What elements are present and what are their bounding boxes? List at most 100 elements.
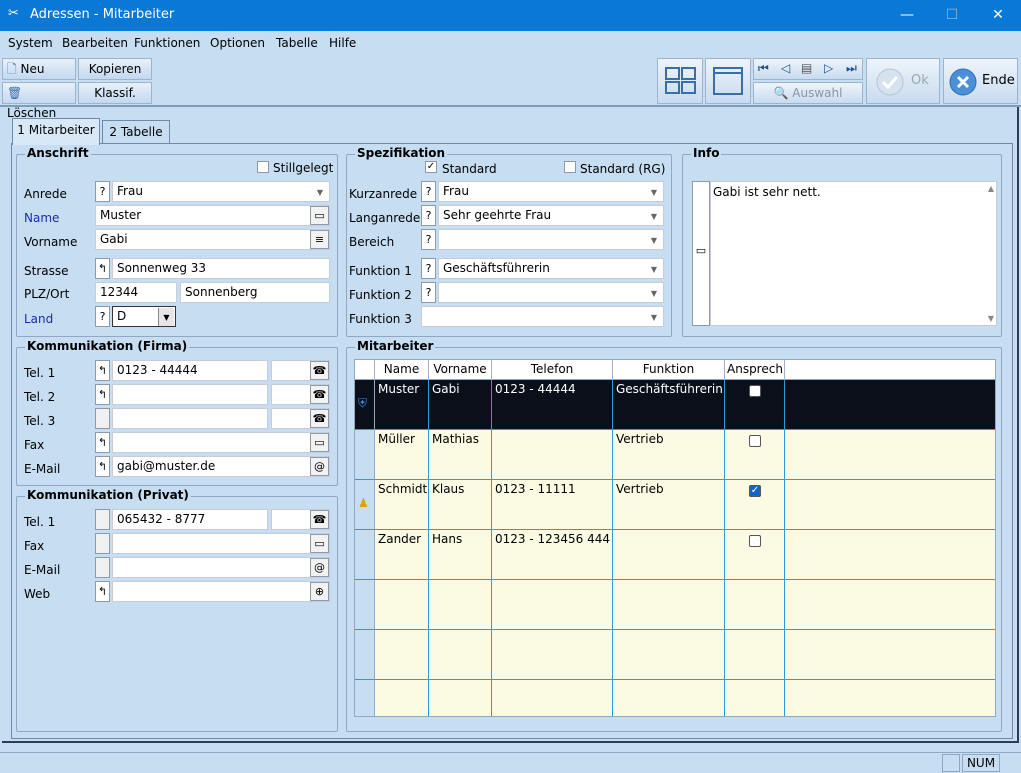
ansprechp-cell[interactable]: [725, 380, 785, 430]
globe-icon[interactable]: ⊕: [310, 582, 329, 601]
cell-funktion[interactable]: [613, 680, 725, 716]
cell-telefon[interactable]: 0123 - 11111: [492, 480, 613, 530]
at-icon[interactable]: @: [310, 457, 329, 476]
ansprechp-checkbox[interactable]: ✓: [749, 485, 761, 497]
cell-telefon[interactable]: [492, 430, 613, 480]
kurzanrede-select[interactable]: Frau ▼: [438, 181, 664, 202]
cell-funktion[interactable]: Geschäftsführerin: [613, 380, 725, 430]
col-header-vorname[interactable]: Vorname: [429, 360, 492, 380]
cell-vorname[interactable]: [429, 630, 492, 680]
phone-icon[interactable]: ☎: [310, 510, 329, 529]
strasse-field[interactable]: Sonnenweg 33: [112, 258, 330, 279]
cell-vorname[interactable]: Hans: [429, 530, 492, 580]
card-icon[interactable]: ▭: [310, 206, 329, 225]
funktion2-select[interactable]: ▼: [438, 282, 664, 303]
web-link-icon[interactable]: ↰: [95, 581, 110, 602]
tab-mitarbeiter[interactable]: 1 Mitarbeiter: [12, 118, 100, 145]
info-textarea[interactable]: Gabi ist sehr nett. ▲ ▼: [710, 181, 997, 326]
scroll-up-icon[interactable]: ▲: [988, 184, 994, 193]
cell-name[interactable]: Muster: [375, 380, 429, 430]
vorname-field[interactable]: Gabi ≡: [95, 229, 330, 250]
cell-name[interactable]: [375, 580, 429, 630]
cell-funktion[interactable]: [613, 580, 725, 630]
bereich-select[interactable]: ▼: [438, 229, 664, 250]
tab-tabelle[interactable]: 2 Tabelle: [102, 120, 170, 145]
neu-button[interactable]: 🗋 Neu: [2, 58, 76, 80]
privat-email-field[interactable]: @: [112, 557, 330, 578]
cell-telefon[interactable]: 0123 - 123456 444: [492, 530, 613, 580]
cell-name[interactable]: Zander: [375, 530, 429, 580]
phone-icon[interactable]: ☎: [310, 385, 329, 404]
row-header[interactable]: [355, 430, 375, 480]
privat-email-dial[interactable]: [95, 557, 110, 578]
cell-name[interactable]: Müller: [375, 430, 429, 480]
cell-funktion[interactable]: [613, 530, 725, 580]
cell-funktion[interactable]: Vertrieb: [613, 430, 725, 480]
kopieren-button[interactable]: Kopieren: [78, 58, 152, 80]
cell-name[interactable]: Schmidt: [375, 480, 429, 530]
cell-telefon[interactable]: 0123 - 44444: [492, 380, 613, 430]
row-header[interactable]: ♟: [355, 480, 375, 530]
maximize-button[interactable]: ☐: [929, 0, 975, 31]
col-header-funktion[interactable]: Funktion: [613, 360, 725, 380]
email-link-icon[interactable]: ↰: [95, 456, 110, 477]
at-icon[interactable]: @: [310, 558, 329, 577]
record-list-icon[interactable]: ▤: [801, 61, 812, 75]
row-header[interactable]: ⛨: [355, 380, 375, 430]
firma-tel1-ext[interactable]: ☎: [271, 360, 330, 381]
cell-telefon[interactable]: [492, 680, 613, 716]
row-header[interactable]: [355, 580, 375, 630]
cell-vorname[interactable]: [429, 580, 492, 630]
row-header[interactable]: [355, 680, 375, 716]
cell-vorname[interactable]: Gabi: [429, 380, 492, 430]
ansprechp-checkbox[interactable]: [749, 385, 761, 397]
menu-optionen[interactable]: Optionen: [210, 36, 265, 50]
standard-rg-checkbox[interactable]: [564, 161, 576, 173]
firma-fax-field[interactable]: ▭: [112, 432, 330, 453]
menu-tabelle[interactable]: Tabelle: [276, 36, 318, 50]
funktion2-help[interactable]: ?: [421, 282, 436, 303]
firma-tel2-ext[interactable]: ☎: [271, 384, 330, 405]
scroll-down-icon[interactable]: ▼: [988, 314, 994, 323]
land-select[interactable]: D ▼: [112, 306, 176, 327]
menu-system[interactable]: System: [8, 36, 53, 50]
menu-hilfe[interactable]: Hilfe: [329, 36, 356, 50]
privat-fax-dial[interactable]: [95, 533, 110, 554]
privat-web-field[interactable]: ⊕: [112, 581, 330, 602]
stillgelegt-checkbox[interactable]: [257, 161, 269, 173]
funktion3-select[interactable]: ▼: [421, 306, 664, 327]
cell-telefon[interactable]: [492, 580, 613, 630]
cell-vorname[interactable]: Klaus: [429, 480, 492, 530]
privat-tel1-ext[interactable]: ☎: [271, 509, 330, 530]
tel1-dial-icon[interactable]: ↰: [95, 360, 110, 381]
ansprechp-cell[interactable]: [725, 530, 785, 580]
cell-telefon[interactable]: [492, 630, 613, 680]
cell-funktion[interactable]: [613, 630, 725, 680]
cell-vorname[interactable]: [429, 680, 492, 716]
privat-tel1-dial[interactable]: [95, 509, 110, 530]
fax-icon[interactable]: ▭: [310, 534, 329, 553]
standard-checkbox[interactable]: ✓: [425, 161, 437, 173]
tel3-dial-icon[interactable]: [95, 408, 110, 429]
ort-field[interactable]: Sonnenberg: [180, 282, 330, 303]
ansprechp-cell[interactable]: [725, 430, 785, 480]
anrede-select[interactable]: Frau ▼: [112, 181, 330, 202]
firma-tel3-ext[interactable]: ☎: [271, 408, 330, 429]
firma-tel1-field[interactable]: 0123 - 44444: [112, 360, 268, 381]
last-record-icon[interactable]: ⏭: [846, 61, 857, 76]
anrede-help[interactable]: ?: [95, 181, 110, 202]
layout-grid-button[interactable]: [657, 58, 703, 104]
info-expand-button[interactable]: ▭: [692, 181, 710, 326]
fax-icon[interactable]: ▭: [310, 433, 329, 452]
land-help[interactable]: ?: [95, 306, 110, 327]
form-view-button[interactable]: [705, 58, 751, 104]
cell-funktion[interactable]: Vertrieb: [613, 480, 725, 530]
first-record-icon[interactable]: ⏮: [758, 61, 769, 76]
close-button[interactable]: ✕: [975, 0, 1021, 31]
plz-field[interactable]: 12344: [95, 282, 177, 303]
ende-button[interactable]: Ende: [943, 58, 1018, 104]
minimize-button[interactable]: —: [884, 0, 930, 31]
ansprechp-cell[interactable]: ✓: [725, 480, 785, 530]
funktion1-select[interactable]: Geschäftsführerin ▼: [438, 258, 664, 279]
menu-funktionen[interactable]: Funktionen: [134, 36, 200, 50]
